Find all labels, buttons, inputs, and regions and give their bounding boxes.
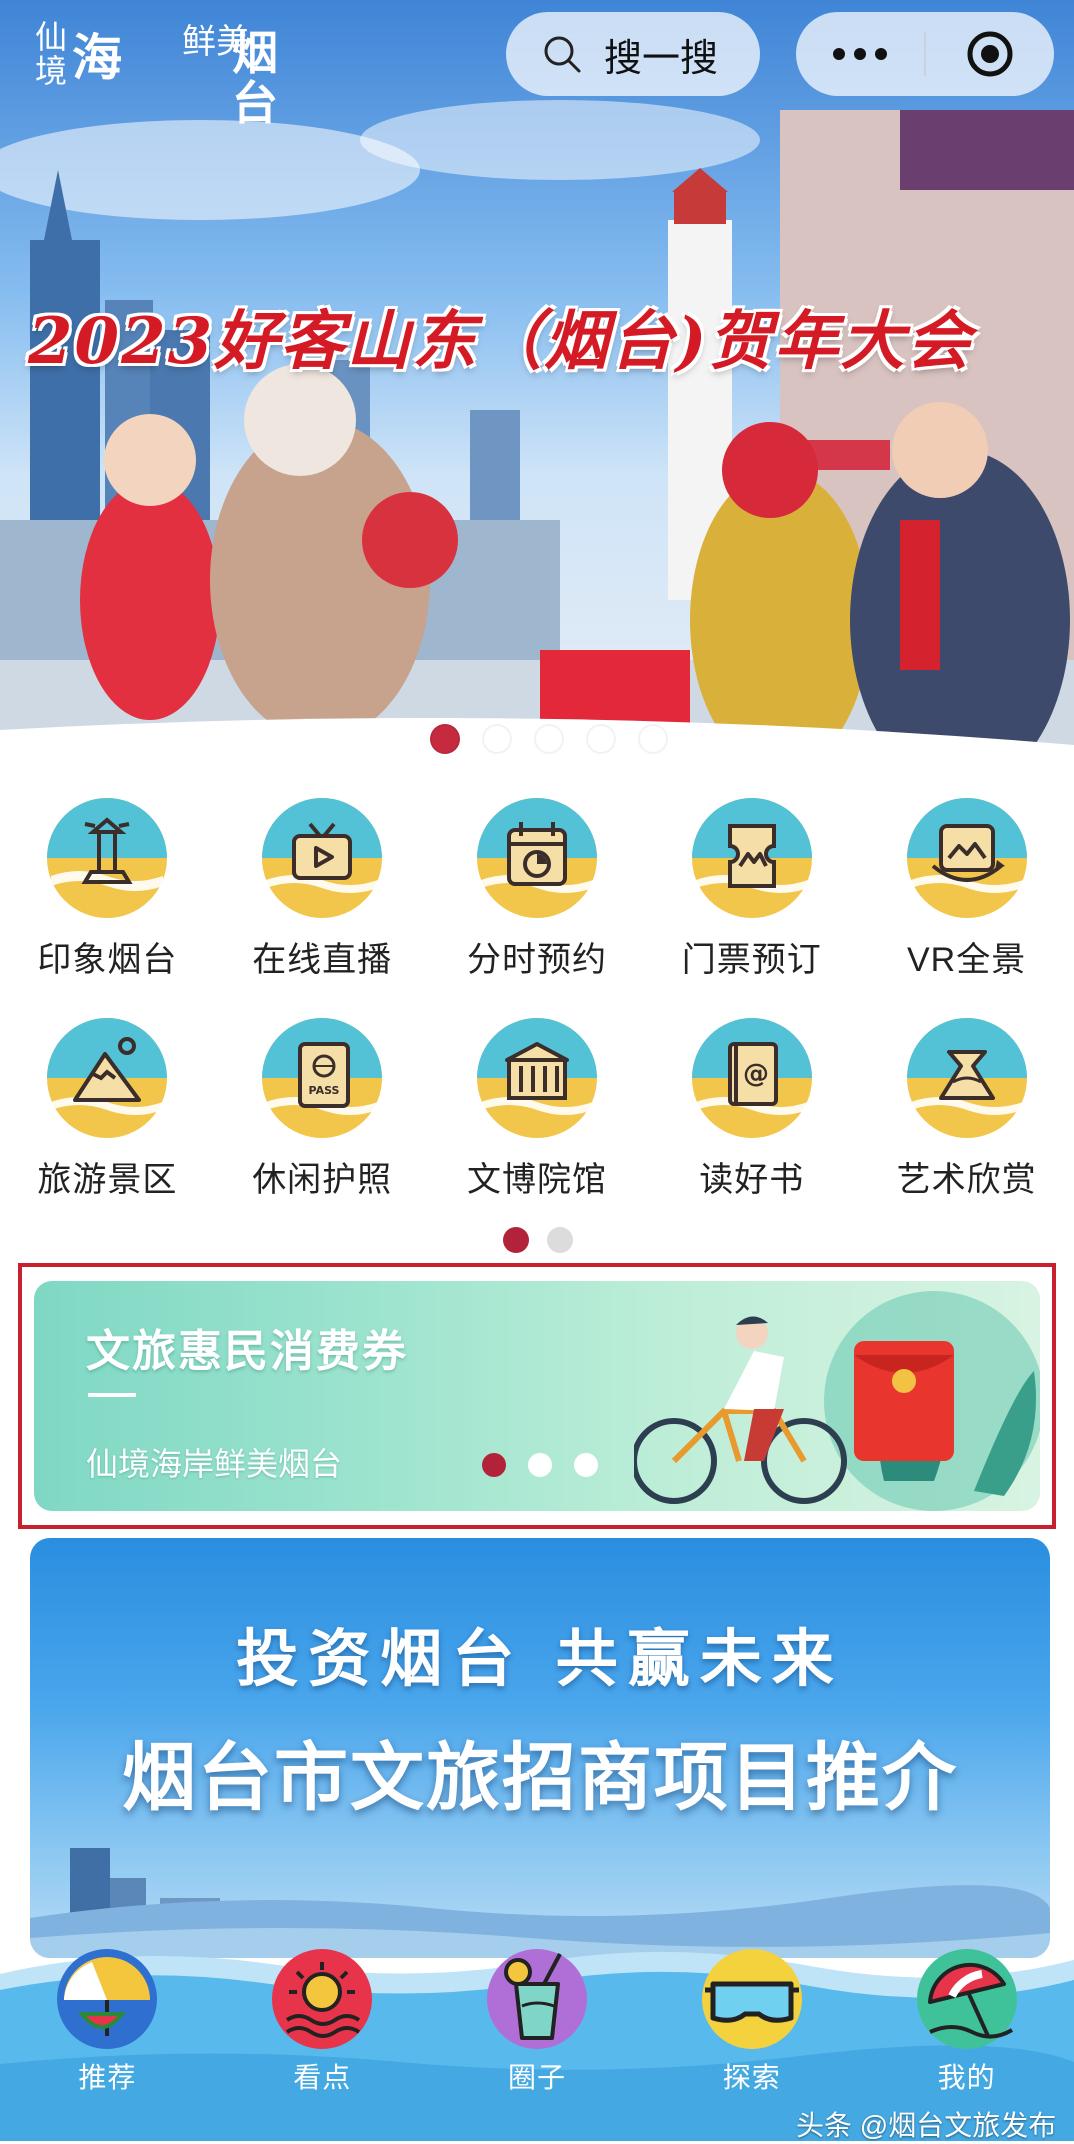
- coupon-dot[interactable]: [528, 1453, 552, 1477]
- logo-text-1: 仙境: [30, 20, 68, 88]
- feature-grid: 印象烟台 在线直播 分时预约 门票预订 VR全景 旅游景区 PASS 休闲护照 …: [0, 790, 1074, 1230]
- grid-item-art[interactable]: 艺术欣赏: [859, 1010, 1074, 1230]
- grid-item-label: 门票预订: [681, 941, 822, 979]
- logo-text-4: 烟台: [232, 26, 278, 130]
- coupon-subtitle: 仙境海岸鲜美烟台: [86, 1446, 343, 1482]
- logo-text-2: 海: [72, 28, 122, 87]
- miniprogram-capsule: [796, 12, 1054, 96]
- grid-item-label: 分时预约: [466, 941, 607, 979]
- calendar-clock-icon: [476, 798, 597, 918]
- grid-item-impression[interactable]: 印象烟台: [0, 790, 215, 1010]
- grid-item-reading[interactable]: @ 读好书: [644, 1010, 859, 1230]
- tv-play-icon: [262, 798, 383, 918]
- diving-mask-icon: [701, 1949, 802, 2049]
- hero-banner[interactable]: 仙境 海 鲜美 烟台 搜一搜 2023好客山东（烟台)贺年大会: [0, 0, 1074, 770]
- more-dots-icon: [833, 48, 887, 60]
- grid-row: 旅游景区 PASS 休闲护照 文博院馆 @ 读好书 艺术欣赏: [0, 1010, 1074, 1230]
- grid-page-dot[interactable]: [503, 1227, 529, 1253]
- drink-icon: [486, 1949, 587, 2049]
- lighthouse-icon: [47, 798, 168, 918]
- tab-label: 圈子: [507, 2062, 566, 2093]
- hero-pagination: [430, 724, 668, 754]
- investment-banner[interactable]: 投资烟台 共赢未来 烟台市文旅招商项目推介: [30, 1538, 1050, 1958]
- hero-dot[interactable]: [482, 724, 512, 754]
- invest-city-illustration: [30, 1848, 1050, 1958]
- svg-text:PASS: PASS: [309, 1084, 340, 1097]
- tab-label: 我的: [937, 2062, 996, 2093]
- app-logo: 仙境 海 鲜美 烟台: [30, 18, 312, 128]
- passport-icon: PASS: [262, 1018, 383, 1138]
- sun-waves-icon: [272, 1949, 373, 2049]
- coupon-highlight-frame: 文旅惠民消费券 仙境海岸鲜美烟台: [18, 1263, 1056, 1529]
- grid-item-passport[interactable]: PASS 休闲护照: [215, 1010, 430, 1230]
- hero-dot[interactable]: [586, 724, 616, 754]
- grid-item-booking[interactable]: 分时预约: [430, 790, 645, 1010]
- grid-item-vr[interactable]: VR全景: [859, 790, 1074, 1010]
- tab-circle[interactable]: 圈子: [430, 1944, 645, 2141]
- tab-label: 探索: [722, 2062, 781, 2093]
- coupon-pagination: [482, 1453, 598, 1477]
- grid-pagination: [503, 1227, 573, 1253]
- art-icon: [906, 1018, 1027, 1138]
- book-icon: @: [691, 1018, 812, 1138]
- beach-umbrella-icon: [916, 1949, 1017, 2049]
- coupon-dot[interactable]: [482, 1453, 506, 1477]
- hero-scene-image: [0, 100, 1074, 770]
- target-close-icon: [967, 31, 1013, 77]
- coupon-title: 文旅惠民消费券: [86, 1327, 408, 1376]
- grid-row: 印象烟台 在线直播 分时预约 门票预订 VR全景: [0, 790, 1074, 1010]
- grid-item-label: 读好书: [699, 1161, 805, 1199]
- umbrella-watermelon-icon: [57, 1949, 158, 2049]
- grid-item-label: 旅游景区: [37, 1161, 178, 1199]
- source-watermark: 头条 @烟台文旅发布: [796, 2110, 1057, 2141]
- svg-text:@: @: [743, 1059, 769, 1089]
- grid-item-label: 艺术欣赏: [896, 1161, 1037, 1199]
- tab-label: 推荐: [78, 2062, 137, 2093]
- hero-dot[interactable]: [534, 724, 564, 754]
- tab-recommend[interactable]: 推荐: [0, 1944, 215, 2141]
- hero-dot[interactable]: [638, 724, 668, 754]
- grid-item-label: 在线直播: [252, 941, 393, 979]
- more-button[interactable]: [796, 47, 924, 61]
- search-label: 搜一搜: [604, 37, 719, 80]
- tab-highlights[interactable]: 看点: [215, 1944, 430, 2141]
- hero-dot[interactable]: [430, 724, 460, 754]
- grid-item-label: VR全景: [906, 941, 1027, 979]
- grid-item-museum[interactable]: 文博院馆: [430, 1010, 645, 1230]
- vr-panorama-icon: [906, 798, 1027, 918]
- hero-title: 2023好客山东（烟台)贺年大会: [28, 304, 973, 379]
- coupon-dot[interactable]: [574, 1453, 598, 1477]
- mountain-icon: [47, 1018, 168, 1138]
- grid-item-label: 休闲护照: [252, 1161, 393, 1199]
- tab-label: 看点: [293, 2062, 352, 2093]
- cyclist-red-envelope-illustration: [634, 1291, 1040, 1511]
- grid-item-scenic[interactable]: 旅游景区: [0, 1010, 215, 1230]
- close-miniprogram-button[interactable]: [926, 29, 1054, 79]
- coupon-divider: [88, 1393, 136, 1397]
- search-button[interactable]: 搜一搜: [506, 12, 760, 96]
- grid-item-label: 文博院馆: [466, 1161, 607, 1199]
- museum-icon: [476, 1018, 597, 1138]
- grid-item-ticket[interactable]: 门票预订: [644, 790, 859, 1010]
- coupon-banner[interactable]: 文旅惠民消费券 仙境海岸鲜美烟台: [34, 1281, 1040, 1511]
- invest-slogan: 投资烟台 共赢未来: [236, 1622, 844, 1695]
- search-icon: [544, 36, 581, 73]
- ticket-icon: [691, 798, 812, 918]
- grid-item-live[interactable]: 在线直播: [215, 790, 430, 1010]
- grid-page-dot[interactable]: [547, 1227, 573, 1253]
- grid-item-label: 印象烟台: [37, 941, 178, 979]
